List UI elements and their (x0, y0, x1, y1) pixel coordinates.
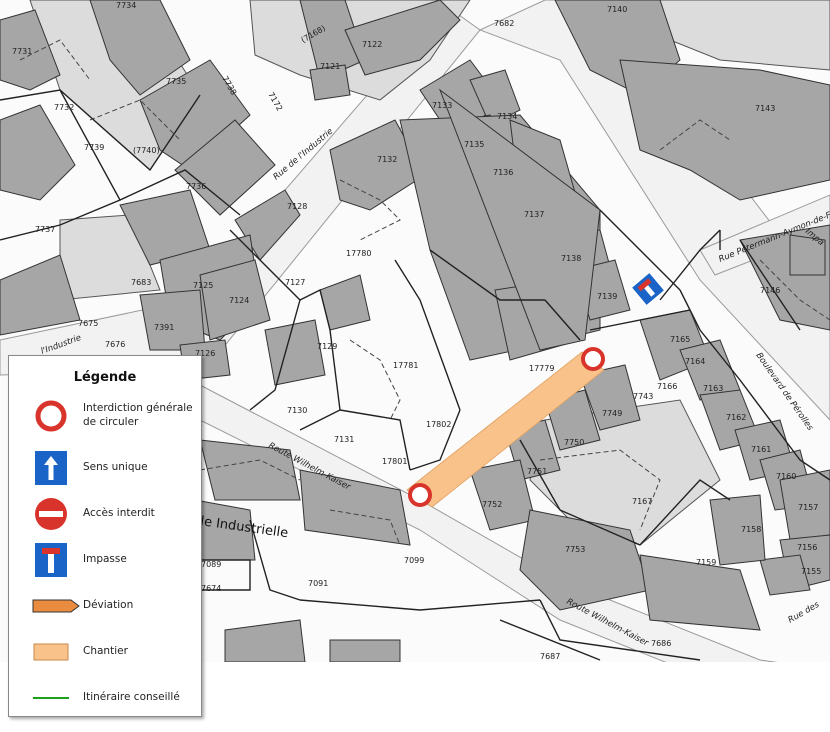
parcel-label: 7686 (651, 639, 671, 648)
legend-label: Impasse (83, 553, 127, 566)
legend-label: Interdiction générale de circuler (83, 402, 193, 428)
legend-label: Chantier (83, 645, 128, 658)
parcel-label: 7135 (464, 140, 484, 149)
parcel-label: 7166 (657, 382, 677, 391)
parcel-label: 17781 (393, 361, 418, 370)
parcel-label: 7160 (776, 472, 796, 481)
parcel-label: 7121 (320, 62, 340, 71)
parcel-label: 7099 (404, 556, 424, 565)
parcel-label: 7731 (12, 47, 32, 56)
parcel-label: 7136 (493, 168, 513, 177)
parcel-label: 7167 (632, 497, 652, 506)
parcel-label: 7750 (564, 438, 584, 447)
no-entry-sign-icon (35, 498, 67, 530)
no-traffic-sign-icon (35, 400, 67, 432)
legend-panel: Légende Interdiction générale de circule… (8, 355, 202, 717)
parcel-label: 7749 (602, 409, 622, 418)
legend-title: Légende (73, 370, 137, 385)
parcel-label: 7156 (797, 543, 817, 552)
parcel-label: (7740) (133, 146, 160, 155)
parcel-label: 7131 (334, 435, 354, 444)
parcel-label: 7743 (633, 392, 653, 401)
parcel-label: 7752 (482, 500, 502, 509)
parcel-label: 7133 (432, 101, 452, 110)
parcel-label: 7128 (287, 202, 307, 211)
parcel-label: 7751 (527, 467, 547, 476)
parcel-label: 17801 (382, 457, 407, 466)
parcel-label: 7143 (755, 104, 775, 113)
parcel-label: 7164 (685, 357, 705, 366)
legend-item-one-way: Sens unique (9, 448, 201, 488)
parcel-label: 7157 (798, 503, 818, 512)
legend-label: Déviation (83, 599, 134, 612)
parcel-label: 7165 (670, 335, 690, 344)
parcel-label: 7127 (285, 278, 305, 287)
construction-zone-icon (33, 643, 69, 661)
legend-label: Itinéraire conseillé (83, 691, 180, 704)
parcel-label: 7732 (54, 103, 74, 112)
detour-arrow-icon (32, 599, 80, 613)
parcel-label: 7091 (308, 579, 328, 588)
legend-item-construction: Chantier (9, 632, 201, 672)
parcel-label: 7137 (524, 210, 544, 219)
one-way-sign-icon (35, 451, 67, 485)
parcel-label: 7687 (540, 652, 560, 661)
parcel-label: 7753 (565, 545, 585, 554)
parcel-label: 7391 (154, 323, 174, 332)
parcel-label: 7675 (78, 319, 98, 328)
parcel-label: 7683 (131, 278, 151, 287)
parcel-label: 7737 (35, 225, 55, 234)
parcel-label: 7739 (84, 143, 104, 152)
parcel-label: 7132 (377, 155, 397, 164)
recommended-route-icon (33, 697, 69, 699)
legend-item-dead-end: Impasse (9, 540, 201, 580)
parcel-label: 7125 (193, 281, 213, 290)
parcel-label: 7676 (105, 340, 125, 349)
parcel-label: 7130 (287, 406, 307, 415)
parcel-label: 7682 (494, 19, 514, 28)
dead-end-sign-icon (35, 543, 67, 577)
legend-label: Sens unique (83, 461, 148, 474)
parcel-label: 7735 (166, 77, 186, 86)
parcel-label: 7139 (597, 292, 617, 301)
parcel-label: 7129 (317, 342, 337, 351)
parcel-label: 7124 (229, 296, 249, 305)
parcel-label: 7140 (607, 5, 627, 14)
parcel-label: 7163 (703, 384, 723, 393)
no-traffic-sign-north (581, 347, 605, 371)
parcel-label: 7155 (801, 567, 821, 576)
parcel-label: 17780 (346, 249, 371, 258)
parcel-label: 7138 (561, 254, 581, 263)
parcel-label: 7159 (696, 558, 716, 567)
parcel-label: 7089 (201, 560, 221, 569)
parcel-label: 17779 (529, 364, 554, 373)
legend-item-detour: Déviation (9, 586, 201, 626)
parcel-label: 7134 (497, 112, 517, 121)
legend-item-no-traffic: Interdiction générale de circuler (9, 396, 201, 436)
legend-label: Accès interdit (83, 507, 155, 520)
parcel-label: 7161 (751, 445, 771, 454)
parcel-label: 7158 (741, 525, 761, 534)
parcel-label: 7736 (186, 182, 206, 191)
parcel-label: 7146 (760, 286, 780, 295)
parcel-label: 7674 (201, 584, 221, 593)
parcel-label: 17802 (426, 420, 451, 429)
parcel-label: 7122 (362, 40, 382, 49)
parcel-label: 7734 (116, 1, 136, 10)
legend-item-recommended-route: Itinéraire conseillé (9, 678, 201, 718)
legend-item-no-entry: Accès interdit (9, 494, 201, 534)
no-traffic-sign-south (408, 483, 432, 507)
parcel-label: 7162 (726, 413, 746, 422)
